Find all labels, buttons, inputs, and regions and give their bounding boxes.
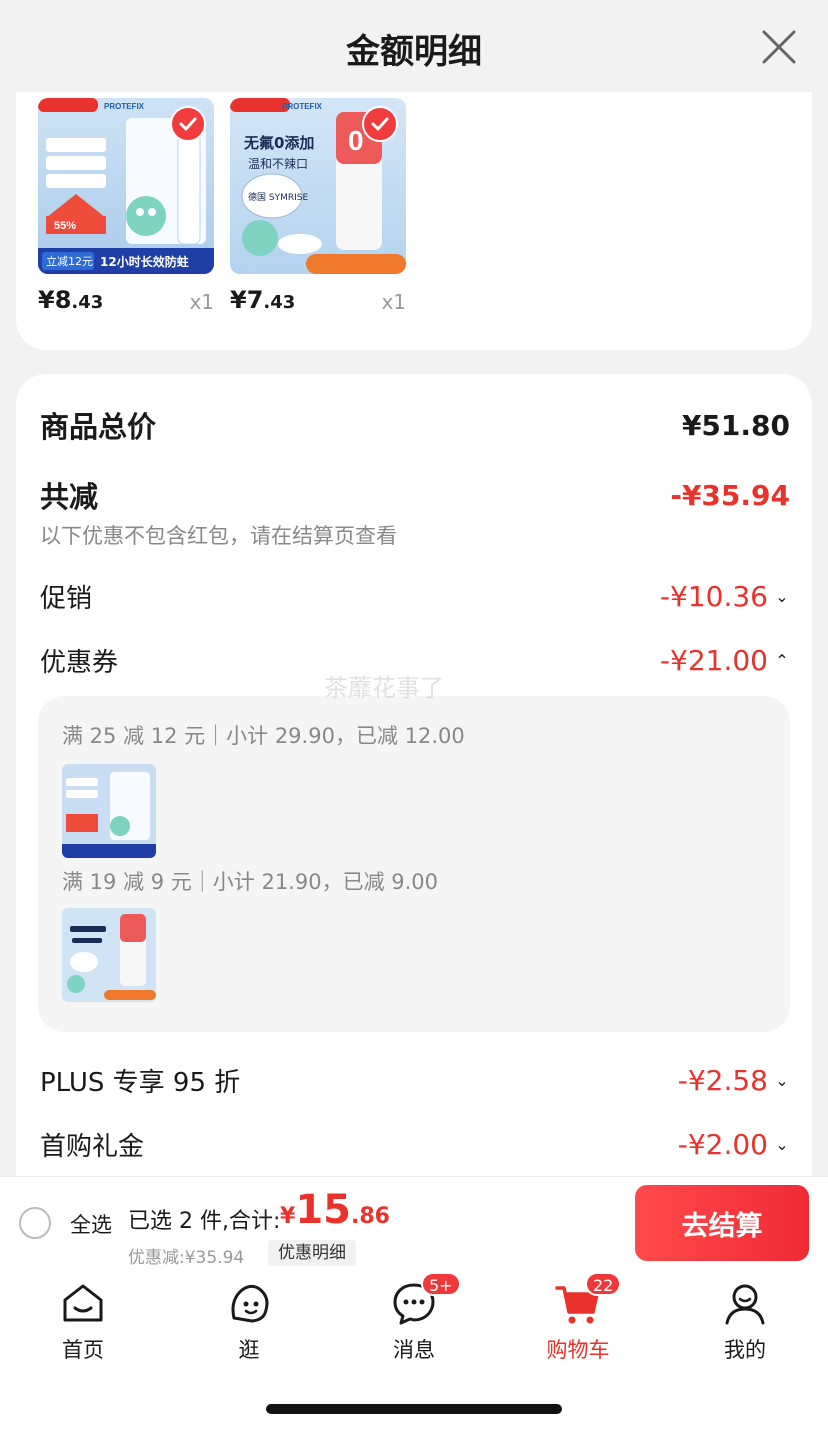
close-button[interactable] [760,28,798,66]
product-item[interactable]: PROTEFIX 无氟0添加 温和不辣口 德国 SYMRISE 0 ¥7.43 … [230,98,406,314]
tab-profile[interactable]: 我的 [690,1280,800,1364]
first-purchase-label: 首购礼金 [40,1132,145,1162]
coupon-product-thumbnail [62,764,156,858]
price-main: ¥7 [230,286,264,314]
tab-label: 我的 [724,1338,766,1362]
checkout-bar: 全选 已选 2 件,合计: ¥ 15 .86 优惠减:¥35.94 优惠明细 去… [0,1176,828,1268]
promo-row[interactable]: 促销 -¥10.36 ⌄ [40,578,790,615]
first-purchase-value: -¥2.00 [677,1128,768,1161]
total-decimal: .86 [350,1204,390,1229]
first-purchase-row[interactable]: 首购礼金 -¥2.00 ⌄ [40,1126,790,1163]
home-indicator [266,1404,562,1414]
product-image: PROTEFIX 无氟0添加 温和不辣口 德国 SYMRISE 0 [230,98,406,274]
total-integer: 15 [295,1187,351,1233]
amount-detail-sheet: 金额明细 PROTEFIX 55% 立减12元 12小时长效防蛀 ¥8.43 x… [0,0,828,1204]
profile-icon [725,1284,765,1325]
checkout-total: ¥ 15 .86 [280,1187,390,1233]
tab-messages[interactable]: 5+ 消息 [359,1272,469,1364]
coupon-value-group: -¥21.00 ⌃ [660,644,790,677]
tag-text: 德国 SYMRISE [248,191,308,203]
message-badge: 5+ [421,1272,461,1296]
total-price-row: 商品总价 ¥51.80 [40,404,790,446]
svg-text:0: 0 [348,125,364,156]
product-quantity: x1 [381,290,406,314]
badge-text: 55% [54,220,76,232]
selected-check-icon[interactable] [362,106,398,142]
price-decimal: .43 [71,292,104,313]
home-icon [63,1284,103,1322]
cart-badge: 22 [585,1272,622,1296]
product-quantity: x1 [189,290,214,314]
product-card: PROTEFIX 55% 立减12元 12小时长效防蛀 ¥8.43 x1 PRO… [16,92,812,350]
coupon-detail-box: 满 25 减 12 元｜小计 29.90，已减 12.00 满 19 减 9 元… [38,696,790,1032]
select-all-radio[interactable] [19,1207,51,1239]
brand-text: PROTEFIX [104,102,145,111]
chevron-down-icon: ⌄ [775,1135,789,1154]
promo-value: -¥10.36 [659,580,768,613]
plus-discount-value: -¥2.58 [677,1064,768,1097]
sheet-title: 金额明细 [346,32,482,72]
product-price: ¥8.43 [38,286,103,314]
total-reduce-label: 共减 [40,480,99,514]
tab-label: 逛 [238,1338,260,1362]
product-price: ¥7.43 [230,286,295,314]
total-reduce-row: 共减 -¥35.94 [40,474,790,516]
coupon-product-thumbnail [62,908,156,1002]
plus-discount-row[interactable]: PLUS 专享 95 折 -¥2.58 ⌄ [40,1062,790,1099]
banner-text: 12小时长效防蛀 [100,254,189,269]
total-price-label: 商品总价 [40,410,157,444]
coupon-line: 满 25 减 12 元｜小计 29.90，已减 12.00 [62,724,465,748]
total-price-value: ¥51.80 [681,408,790,442]
price-detail-card: 商品总价 ¥51.80 共减 -¥35.94 以下优惠不包含红包，请在结算页查看… [16,374,812,1204]
price-decimal: .43 [263,292,296,313]
discount-detail-button[interactable]: 优惠明细 [268,1240,356,1266]
plus-discount-label: PLUS 专享 95 折 [40,1068,241,1098]
banner-text: 无氟0添加 [243,134,314,152]
chevron-down-icon: ⌄ [775,1071,789,1090]
selected-count-text: 已选 2 件,合计: [128,1209,281,1234]
total-reduce-value: -¥35.94 [670,478,790,512]
sub-text: 温和不辣口 [248,157,308,171]
plus-value-group: -¥2.58 ⌄ [678,1064,790,1097]
checkout-button[interactable]: 去结算 [635,1185,809,1261]
close-icon [762,30,796,64]
tab-label: 购物车 [546,1338,610,1362]
coupon-label: 优惠券 [40,648,119,678]
explore-icon [231,1284,269,1323]
sheet-header: 金额明细 [0,0,828,92]
coupon-row[interactable]: 优惠券 -¥21.00 ⌃ [40,642,790,679]
coupon-line: 满 19 减 9 元｜小计 21.90，已减 9.00 [62,870,439,894]
reduce-hint: 以下优惠不包含红包，请在结算页查看 [40,524,397,548]
tab-home[interactable]: 首页 [28,1280,138,1364]
product-image: PROTEFIX 55% 立减12元 12小时长效防蛀 [38,98,214,274]
discount-amount: 优惠减:¥35.94 [128,1248,245,1268]
coupon-value: -¥21.00 [659,644,768,677]
promo-value-group: -¥10.36 ⌄ [660,580,790,613]
select-all-label[interactable]: 全选 [70,1209,112,1239]
chevron-down-icon: ⌄ [775,587,789,606]
currency-symbol: ¥ [280,1204,296,1229]
tab-cart[interactable]: 22 购物车 [523,1272,633,1364]
tab-label: 消息 [393,1338,435,1362]
tab-explore[interactable]: 逛 [194,1280,304,1364]
first-value-group: -¥2.00 ⌄ [678,1128,790,1161]
tag-text: 立减12元 [46,254,93,268]
brand-text: PROTEFIX [282,102,323,111]
chevron-up-icon: ⌃ [775,651,789,670]
selected-check-icon[interactable] [170,106,206,142]
promo-label: 促销 [40,584,93,614]
price-main: ¥8 [38,286,72,314]
tab-label: 首页 [62,1338,104,1362]
product-item[interactable]: PROTEFIX 55% 立减12元 12小时长效防蛀 ¥8.43 x1 [38,98,214,314]
